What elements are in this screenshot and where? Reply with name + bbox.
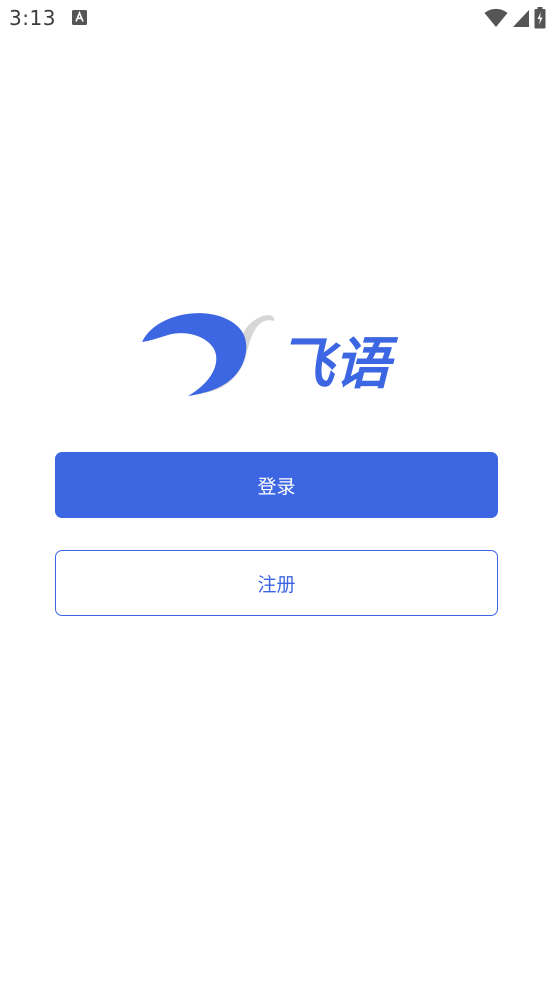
bird-wing-logo-icon — [142, 313, 275, 396]
status-bar: 3:13 — [0, 0, 554, 38]
register-button[interactable]: 注册 — [55, 550, 498, 616]
login-button[interactable]: 登录 — [55, 452, 498, 518]
feiyu-logo: 飞语 — [142, 313, 399, 397]
logo-text: 飞语 — [278, 332, 399, 397]
battery-charging-icon — [534, 7, 546, 29]
status-time: 3:13 — [9, 6, 56, 30]
status-icons — [484, 6, 546, 30]
signal-icon — [513, 10, 529, 27]
wifi-icon — [484, 8, 508, 27]
a-notification-icon — [72, 10, 87, 25]
